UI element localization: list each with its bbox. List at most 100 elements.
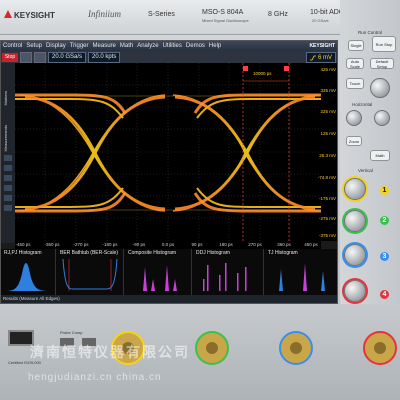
x-tick-label: 0.0 ps bbox=[161, 242, 175, 247]
sample-rate-field[interactable]: 20.0 GSa/s bbox=[48, 51, 87, 63]
brand-model-sub: Mixed Signal Oscilloscope bbox=[202, 18, 249, 23]
marker-delta-label: 10000 ps bbox=[253, 71, 272, 76]
ch2-label[interactable]: 2 bbox=[380, 216, 389, 225]
x-axis-labels: -450 ps -360 ps -270 ps -180 ps -90 ps 0… bbox=[15, 241, 321, 249]
toolbar: Stop 20.0 GSa/s 20.0 kpts 6 mV bbox=[1, 51, 337, 63]
y-tick-label: 225 mV bbox=[320, 109, 336, 114]
eye-crossing-left bbox=[19, 94, 166, 212]
display-screen: Control Setup Display Trigger Measure Ma… bbox=[0, 40, 338, 304]
composite-histogram-plot bbox=[139, 265, 177, 291]
front-panel: Run Control Run Stop Single Auto Scale D… bbox=[340, 0, 400, 320]
vertical-title: Vertical bbox=[358, 168, 373, 173]
auto-scale-button[interactable]: Auto Scale bbox=[346, 58, 364, 69]
ber-bathtub-plot bbox=[62, 258, 118, 291]
eye-diagram-svg bbox=[15, 63, 321, 241]
y-tick-label: -175 mV bbox=[318, 196, 336, 201]
default-setup-button[interactable]: Default Setup bbox=[370, 58, 394, 69]
horizontal-position-knob[interactable] bbox=[374, 110, 390, 126]
y-tick-label: -275 mV bbox=[318, 216, 336, 221]
brand-adc: 10-bit ADC bbox=[310, 9, 344, 16]
tab-markers[interactable]: Markers bbox=[3, 91, 8, 105]
eye-diagram[interactable]: 10000 ps bbox=[15, 63, 321, 241]
y-tick-label: -375 mV bbox=[318, 233, 336, 238]
menu-bar: Control Setup Display Trigger Measure Ma… bbox=[1, 41, 337, 51]
x-tick-label: -180 ps bbox=[102, 242, 118, 247]
acquire-icon[interactable] bbox=[34, 51, 46, 63]
tj-histogram-plot bbox=[271, 263, 331, 291]
x-tick-label: 450 ps bbox=[304, 242, 318, 247]
brand-series: S-Series bbox=[148, 11, 175, 18]
menu-display[interactable]: Display bbox=[46, 43, 66, 49]
ch1-scale-knob[interactable] bbox=[344, 178, 366, 200]
x-tick-label: 180 ps bbox=[219, 242, 233, 247]
menu-measure[interactable]: Measure bbox=[93, 43, 116, 49]
tj-histogram-panel[interactable]: TJ Histogram bbox=[265, 249, 337, 295]
math-button[interactable]: Math bbox=[370, 150, 390, 161]
horizontal-scale-knob[interactable] bbox=[346, 110, 362, 126]
x-tick-label: 90 ps bbox=[191, 242, 203, 247]
x-tick-label: -90 ps bbox=[132, 242, 146, 247]
keysight-logo-icon bbox=[4, 10, 12, 18]
brand-bar: KEYSIGHT Infiniium S-Series MSO-S 804A M… bbox=[0, 0, 344, 35]
ber-bathtub-panel[interactable]: BER Bathtub (BER-Scale) bbox=[57, 249, 124, 295]
watermark-chinese: 濟南恒特仪器有限公司 bbox=[30, 344, 190, 360]
run-mode-icon[interactable] bbox=[20, 51, 32, 63]
brand-product-line: Infiniium bbox=[88, 9, 121, 19]
marker-a-flag[interactable] bbox=[243, 66, 248, 71]
measurement-icons bbox=[4, 155, 12, 211]
horizontal-title: Horizontal bbox=[352, 102, 373, 107]
zoom-button[interactable]: Zoom bbox=[346, 136, 362, 146]
menu-help[interactable]: Help bbox=[209, 43, 221, 49]
y-tick-label: -74.8 mV bbox=[317, 175, 336, 180]
left-tab-panel: Markers Measurements bbox=[1, 63, 15, 243]
status-text: Results (Measure All Edges) bbox=[3, 296, 60, 301]
ch4-scale-knob[interactable] bbox=[344, 280, 366, 302]
brand-company: KEYSIGHT bbox=[14, 11, 55, 20]
ddj-histogram-plot bbox=[203, 263, 247, 291]
ch1-label[interactable]: 1 bbox=[380, 186, 389, 195]
y-axis-labels: 425 mV 325 mV 225 mV 125 mV 25.3 mV -74.… bbox=[317, 63, 337, 241]
ch3-label[interactable]: 3 bbox=[380, 252, 389, 261]
trigger-level-value: 6 mV bbox=[317, 54, 332, 61]
composite-histogram-panel[interactable]: Composite Histogram bbox=[125, 249, 192, 295]
touch-button[interactable]: Touch bbox=[346, 78, 364, 89]
run-control-title: Run Control bbox=[358, 30, 383, 35]
grid-lines bbox=[15, 63, 321, 241]
trigger-edge-icon bbox=[309, 55, 316, 60]
menu-utilities[interactable]: Utilities bbox=[163, 43, 182, 49]
ddj-histogram-panel[interactable]: DDJ Histogram bbox=[193, 249, 264, 295]
general-purpose-knob[interactable] bbox=[370, 78, 390, 98]
menu-logo: KEYSIGHT bbox=[309, 43, 335, 49]
menu-analyze[interactable]: Analyze bbox=[137, 43, 158, 49]
watermark-url: hengjudianzi.cn china.cn bbox=[28, 372, 162, 383]
x-tick-label: -360 ps bbox=[44, 242, 60, 247]
run-stop-button[interactable]: Run Stop bbox=[372, 36, 396, 52]
ch2-scale-knob[interactable] bbox=[344, 210, 366, 232]
stop-button[interactable]: Stop bbox=[2, 52, 18, 62]
menu-trigger[interactable]: Trigger bbox=[70, 43, 89, 49]
rjpj-histogram-plot bbox=[5, 263, 49, 291]
x-tick-label: 360 ps bbox=[277, 242, 291, 247]
brand-sample: 20 GSa/s bbox=[312, 18, 329, 23]
brand-model: MSO-S 804A bbox=[202, 9, 244, 16]
histogram-row: RJ,PJ Histogram BER Bathtub (BER-Scale) … bbox=[1, 249, 337, 295]
memory-depth-field[interactable]: 20.0 kpts bbox=[88, 51, 121, 63]
rjpj-histogram-panel[interactable]: RJ,PJ Histogram bbox=[1, 249, 56, 295]
marker-b-flag[interactable] bbox=[284, 66, 289, 71]
ch4-label[interactable]: 4 bbox=[380, 290, 389, 299]
menu-setup[interactable]: Setup bbox=[26, 43, 42, 49]
menu-demos[interactable]: Demos bbox=[186, 43, 205, 49]
trigger-level-field[interactable]: 6 mV bbox=[305, 52, 336, 63]
menu-math[interactable]: Math bbox=[120, 43, 133, 49]
y-tick-label: 325 mV bbox=[320, 88, 336, 93]
tab-measurements[interactable]: Measurements bbox=[3, 125, 8, 151]
y-tick-label: 25.3 mV bbox=[319, 153, 336, 158]
single-button[interactable]: Single bbox=[348, 40, 364, 51]
x-tick-label: 270 ps bbox=[248, 242, 262, 247]
ch3-scale-knob[interactable] bbox=[344, 244, 366, 266]
menu-control[interactable]: Control bbox=[3, 43, 22, 49]
y-tick-label: 425 mV bbox=[320, 67, 336, 72]
y-tick-label: 125 mV bbox=[320, 131, 336, 136]
x-tick-label: -270 ps bbox=[73, 242, 89, 247]
brand-bandwidth: 8 GHz bbox=[268, 11, 288, 18]
